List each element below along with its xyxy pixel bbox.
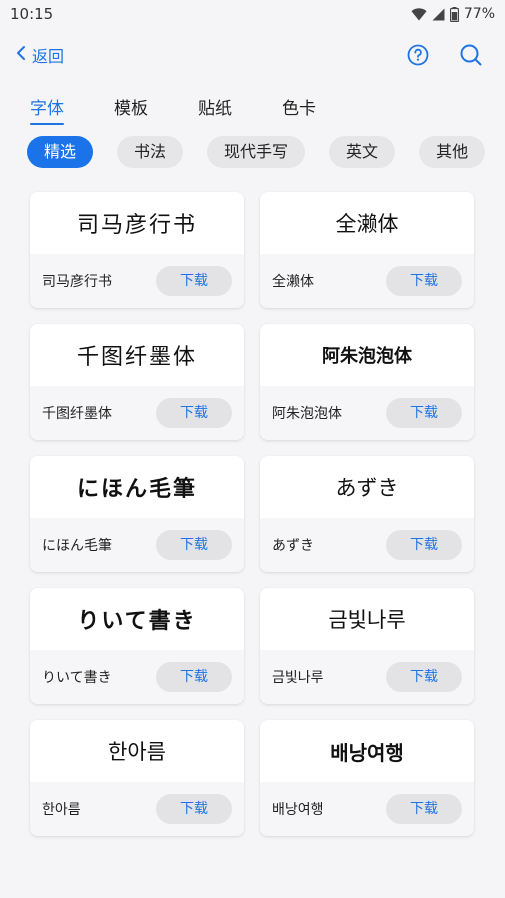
chip-modern-handwriting[interactable]: 现代手写 xyxy=(207,136,306,168)
back-label: 返回 xyxy=(32,47,65,66)
back-button[interactable]: 返回 xyxy=(16,43,64,67)
download-button[interactable]: 下载 xyxy=(386,530,462,560)
font-card[interactable]: 全濑体 全濑体 下载 xyxy=(260,192,474,308)
font-name: にほん毛筆 xyxy=(42,538,112,554)
battery-percent: 77% xyxy=(463,6,495,22)
top-bar: 返回 xyxy=(0,28,505,82)
wifi-icon xyxy=(411,7,427,21)
chip-featured[interactable]: 精选 xyxy=(27,136,94,168)
chip-other[interactable]: 其他 xyxy=(419,136,486,168)
download-button[interactable]: 下载 xyxy=(386,794,462,824)
font-preview: 司马彦行书 xyxy=(30,192,244,254)
chip-calligraphy[interactable]: 书法 xyxy=(117,136,184,168)
status-bar: 10:15 77% xyxy=(0,0,505,28)
back-chevron-icon xyxy=(16,45,26,65)
download-button[interactable]: 下载 xyxy=(386,662,462,692)
font-card[interactable]: 금빛나루 금빛나루 下载 xyxy=(260,588,474,704)
status-time: 10:15 xyxy=(10,5,54,23)
font-preview: あずき xyxy=(260,456,474,518)
font-name: 阿朱泡泡体 xyxy=(272,406,342,422)
tab-fonts[interactable]: 字体 xyxy=(30,94,64,125)
font-card[interactable]: 司马彦行书 司马彦行书 下载 xyxy=(30,192,244,308)
font-name: 한아름 xyxy=(42,802,81,818)
font-preview: 千图纤墨体 xyxy=(30,324,244,386)
font-name: りいて書き xyxy=(42,670,112,686)
font-preview: 한아름 xyxy=(30,720,244,782)
filter-chips: 精选 书法 现代手写 英文 其他 xyxy=(0,136,505,170)
download-button[interactable]: 下载 xyxy=(156,530,232,560)
signal-icon xyxy=(432,8,445,21)
font-preview: りいて書き xyxy=(30,588,244,650)
download-button[interactable]: 下载 xyxy=(386,398,462,428)
font-card[interactable]: にほん毛筆 にほん毛筆 下载 xyxy=(30,456,244,572)
font-preview: 금빛나루 xyxy=(260,588,474,650)
category-tabs: 字体 模板 贴纸 色卡 xyxy=(0,82,505,128)
help-circle-icon[interactable] xyxy=(407,44,429,66)
download-button[interactable]: 下载 xyxy=(156,266,232,296)
download-button[interactable]: 下载 xyxy=(386,266,462,296)
battery-icon xyxy=(449,6,459,22)
font-card[interactable]: 배낭여행 배낭여행 下载 xyxy=(260,720,474,836)
font-preview: にほん毛筆 xyxy=(30,456,244,518)
search-icon[interactable] xyxy=(459,43,483,67)
font-card[interactable]: 한아름 한아름 下载 xyxy=(30,720,244,836)
font-preview: 阿朱泡泡体 xyxy=(260,324,474,386)
font-name: 배낭여행 xyxy=(272,802,324,818)
tab-templates[interactable]: 模板 xyxy=(114,94,148,119)
font-name: あずき xyxy=(272,538,314,554)
font-card[interactable]: 阿朱泡泡体 阿朱泡泡体 下载 xyxy=(260,324,474,440)
download-button[interactable]: 下载 xyxy=(156,398,232,428)
status-icons: 77% xyxy=(411,6,495,22)
font-card[interactable]: りいて書き りいて書き 下载 xyxy=(30,588,244,704)
chip-english[interactable]: 英文 xyxy=(329,136,396,168)
tab-color-cards[interactable]: 色卡 xyxy=(282,94,316,119)
font-card[interactable]: あずき あずき 下载 xyxy=(260,456,474,572)
download-button[interactable]: 下载 xyxy=(156,794,232,824)
tab-stickers[interactable]: 贴纸 xyxy=(198,94,232,119)
font-name: 全濑体 xyxy=(272,274,314,290)
font-card[interactable]: 千图纤墨体 千图纤墨体 下载 xyxy=(30,324,244,440)
font-grid: 司马彦行书 司马彦行书 下载 全濑体 全濑体 下载 千图纤墨体 千图纤墨体 下载 阿朱… xyxy=(0,192,505,836)
font-preview: 배낭여행 xyxy=(260,720,474,782)
font-name: 司马彦行书 xyxy=(42,274,112,290)
font-preview: 全濑体 xyxy=(260,192,474,254)
font-name: 금빛나루 xyxy=(272,670,324,686)
font-name: 千图纤墨体 xyxy=(42,406,112,422)
download-button[interactable]: 下载 xyxy=(156,662,232,692)
